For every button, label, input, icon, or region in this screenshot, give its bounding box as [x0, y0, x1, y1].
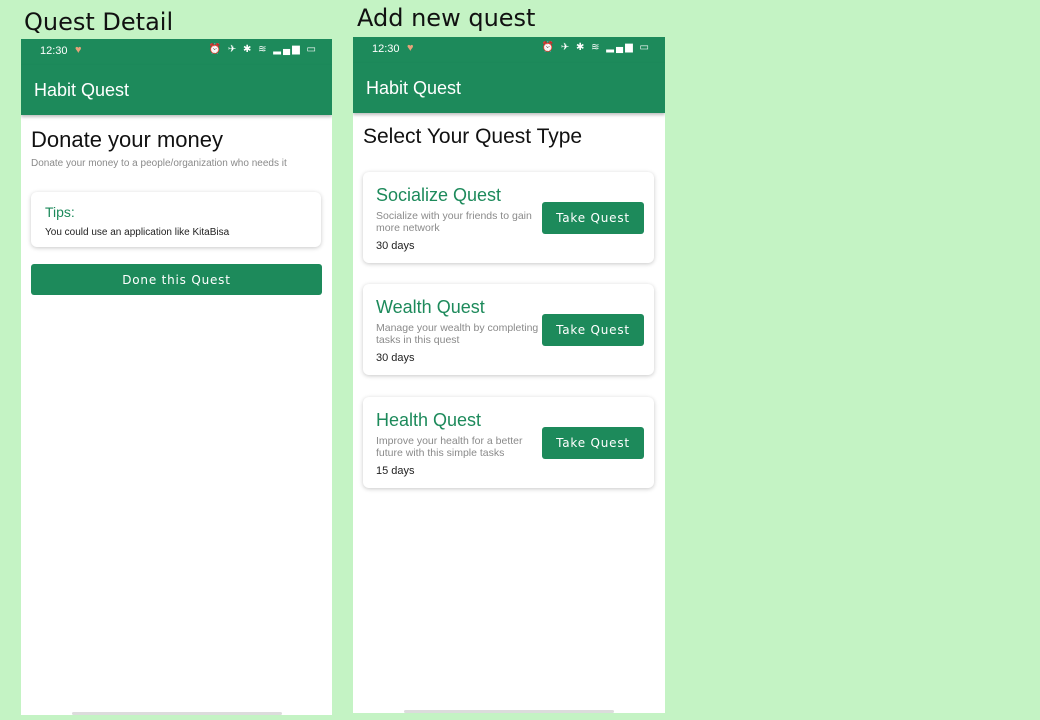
- take-quest-button[interactable]: Take Quest: [542, 202, 644, 234]
- screen-label-add-new-quest: Add new quest: [357, 4, 536, 32]
- quest-card-duration: 30 days: [376, 240, 415, 252]
- status-bar: 12:30 ♥ ⏰ ✈ ✱ ≋ ▂▄▆ ▭: [21, 39, 332, 65]
- system-status-icons: ⏰ ✈ ✱ ≋ ▂▄▆ ▭: [208, 44, 318, 55]
- quest-detail-screen: 12:30 ♥ ⏰ ✈ ✱ ≋ ▂▄▆ ▭ Habit Quest Donate…: [21, 39, 332, 715]
- status-time: 12:30: [372, 43, 400, 55]
- tips-title: Tips:: [45, 204, 75, 220]
- quest-card-health: Health Quest Improve your health for a b…: [363, 397, 654, 488]
- quest-card-duration: 15 days: [376, 465, 415, 477]
- quest-card-description: Socialize with your friends to gain more…: [376, 210, 532, 234]
- app-title: Habit Quest: [34, 80, 130, 100]
- quest-title: Donate your money: [31, 127, 223, 152]
- navigation-handle: [72, 712, 282, 715]
- status-bar: 12:30 ♥ ⏰ ✈ ✱ ≋ ▂▄▆ ▭: [353, 37, 665, 63]
- app-title: Habit Quest: [366, 78, 462, 98]
- quest-card-title: Health Quest: [376, 410, 482, 430]
- take-quest-button[interactable]: Take Quest: [542, 427, 644, 459]
- heart-icon: ♥: [75, 44, 82, 56]
- app-bar: Habit Quest: [21, 65, 332, 115]
- quest-card-duration: 30 days: [376, 352, 415, 364]
- navigation-handle: [404, 710, 614, 713]
- quest-subtitle: Donate your money to a people/organizati…: [31, 158, 287, 169]
- heart-icon: ♥: [407, 42, 414, 54]
- quest-card-title: Wealth Quest: [376, 297, 485, 317]
- screen-label-quest-detail: Quest Detail: [24, 8, 174, 36]
- tips-text: You could use an application like KitaBi…: [45, 227, 230, 238]
- system-status-icons: ⏰ ✈ ✱ ≋ ▂▄▆ ▭: [541, 42, 651, 53]
- tips-card: Tips: You could use an application like …: [31, 192, 321, 247]
- take-quest-button[interactable]: Take Quest: [542, 314, 644, 346]
- app-bar: Habit Quest: [353, 63, 665, 113]
- done-quest-button[interactable]: Done this Quest: [31, 264, 322, 295]
- quest-card-socialize: Socialize Quest Socialize with your frie…: [363, 172, 654, 263]
- quest-card-wealth: Wealth Quest Manage your wealth by compl…: [363, 284, 654, 375]
- add-quest-screen: 12:30 ♥ ⏰ ✈ ✱ ≋ ▂▄▆ ▭ Habit Quest Select…: [353, 37, 665, 713]
- status-time: 12:30: [40, 45, 68, 57]
- select-quest-heading: Select Your Quest Type: [363, 125, 583, 148]
- quest-card-title: Socialize Quest: [376, 185, 502, 205]
- quest-card-description: Manage your wealth by completing tasks i…: [376, 322, 539, 346]
- quest-card-description: Improve your health for a better future …: [376, 435, 523, 459]
